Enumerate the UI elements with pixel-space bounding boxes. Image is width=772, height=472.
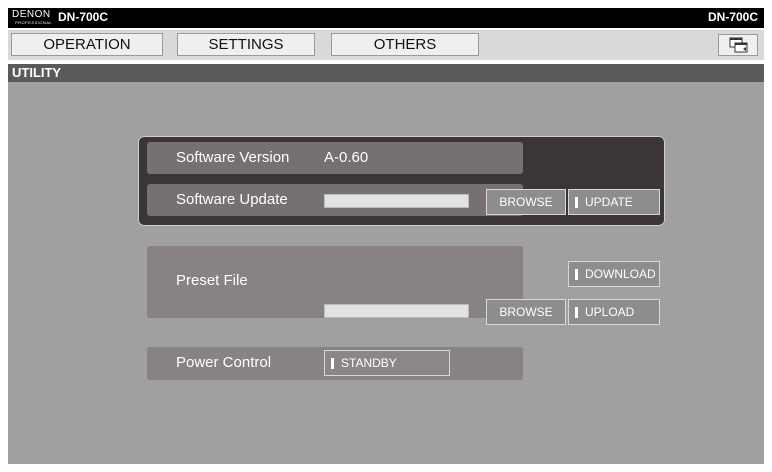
- tab-bar: OPERATION SETTINGS OTHERS: [8, 30, 764, 60]
- standby-button[interactable]: STANDBY: [324, 350, 450, 376]
- tab-operation[interactable]: OPERATION: [11, 33, 163, 56]
- preset-file-field: [324, 304, 469, 318]
- preset-browse-button[interactable]: BROWSE: [486, 299, 566, 325]
- software-update-label: Software Update: [176, 191, 288, 208]
- window-switch-icon: [729, 37, 748, 53]
- model-name-left: DN-700C: [58, 10, 109, 24]
- denon-logo: DENON PROFESSIONAL: [12, 9, 52, 27]
- preset-file-label: Preset File: [176, 272, 248, 289]
- standby-button-label: STANDBY: [341, 356, 397, 370]
- software-version-value: A-0.60: [324, 149, 369, 166]
- software-browse-button[interactable]: BROWSE: [486, 189, 566, 215]
- software-version-row: Software Version A-0.60: [147, 142, 523, 174]
- indicator-bar-icon: [331, 358, 334, 369]
- power-control-label: Power Control: [176, 354, 272, 371]
- window-switch-button[interactable]: [718, 34, 758, 56]
- software-update-file-field: [324, 194, 469, 208]
- upload-button-label: UPLOAD: [585, 305, 635, 319]
- brand-name: DENON: [12, 9, 51, 20]
- update-button[interactable]: UPDATE: [568, 189, 660, 215]
- section-header: UTILITY: [8, 64, 764, 82]
- update-button-label: UPDATE: [585, 195, 633, 209]
- download-button-label: DOWNLOAD: [585, 267, 656, 281]
- app-frame: DENON PROFESSIONAL DN-700C DN-700C OPERA…: [0, 0, 772, 472]
- tab-others[interactable]: OTHERS: [331, 33, 479, 56]
- upload-button[interactable]: UPLOAD: [568, 299, 660, 325]
- brand-subtitle: PROFESSIONAL: [15, 20, 53, 25]
- tab-settings[interactable]: SETTINGS: [177, 33, 315, 56]
- utility-panel: Software Version A-0.60 Software Update …: [8, 82, 764, 464]
- model-name-right: DN-700C: [707, 10, 758, 24]
- title-bar: DENON PROFESSIONAL DN-700C DN-700C: [8, 8, 764, 28]
- indicator-bar-icon: [575, 197, 578, 208]
- download-button[interactable]: DOWNLOAD: [568, 261, 660, 287]
- indicator-bar-icon: [575, 307, 578, 318]
- indicator-bar-icon: [575, 269, 578, 280]
- software-version-label: Software Version: [176, 149, 290, 166]
